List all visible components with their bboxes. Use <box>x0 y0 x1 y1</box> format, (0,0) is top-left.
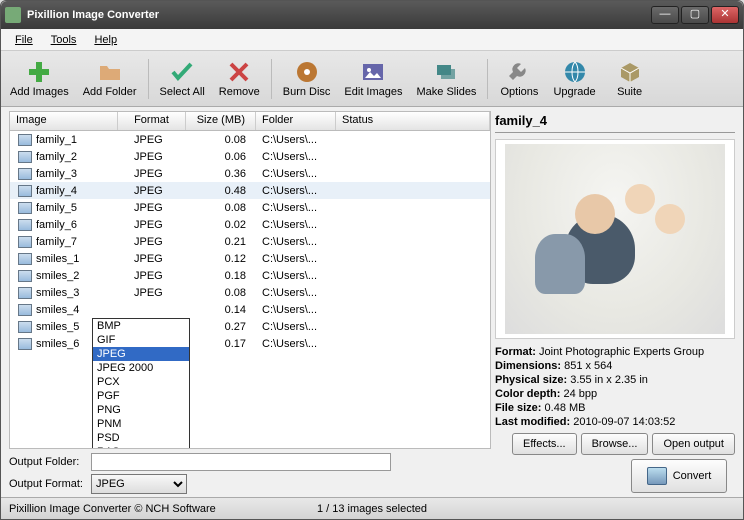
format-option[interactable]: PNG <box>93 403 189 417</box>
convert-icon <box>647 467 667 485</box>
status-mid: 1 / 13 images selected <box>251 503 493 515</box>
col-format[interactable]: Format <box>118 112 186 130</box>
format-option[interactable]: PGF <box>93 389 189 403</box>
suite-button[interactable]: Suite <box>603 55 657 103</box>
file-icon <box>18 304 32 316</box>
file-icon <box>18 168 32 180</box>
table-row[interactable]: family_7JPEG0.21C:\Users\... <box>10 233 490 250</box>
wrench-icon <box>507 60 531 84</box>
output-format-select[interactable]: JPEG <box>91 474 187 494</box>
menu-help[interactable]: Help <box>86 32 125 48</box>
format-option[interactable]: JPEG 2000 <box>93 361 189 375</box>
status-left: Pixillion Image Converter © NCH Software <box>9 503 251 515</box>
menu-tools[interactable]: Tools <box>43 32 85 48</box>
table-row[interactable]: smiles_1JPEG0.12C:\Users\... <box>10 250 490 267</box>
disc-icon <box>295 60 319 84</box>
preview-image <box>495 139 735 339</box>
open-output-button[interactable]: Open output <box>652 433 735 455</box>
file-icon <box>18 202 32 214</box>
file-icon <box>18 185 32 197</box>
plus-icon <box>27 60 51 84</box>
file-icon <box>18 253 32 265</box>
app-window: Pixillion Image Converter — ▢ ✕ File Too… <box>0 0 744 520</box>
table-row[interactable]: family_5JPEG0.08C:\Users\... <box>10 199 490 216</box>
preview-filename: family_4 <box>495 111 735 133</box>
format-dropdown-popup[interactable]: BMPGIFJPEGJPEG 2000PCXPGFPNGPNMPSDRASTGA… <box>92 318 190 449</box>
preview-metadata: Format: Joint Photographic Experts Group… <box>495 345 735 429</box>
titlebar: Pixillion Image Converter — ▢ ✕ <box>1 1 743 29</box>
slides-icon <box>434 60 458 84</box>
menubar: File Tools Help <box>1 29 743 51</box>
table-row[interactable]: smiles_50.27C:\Users\... <box>10 318 490 335</box>
remove-button[interactable]: Remove <box>212 55 267 103</box>
table-row[interactable]: family_1JPEG0.08C:\Users\... <box>10 131 490 148</box>
output-format-label: Output Format: <box>9 478 87 490</box>
file-icon <box>18 134 32 146</box>
table-row[interactable]: family_4JPEG0.48C:\Users\... <box>10 182 490 199</box>
browse-button[interactable]: Browse... <box>581 433 649 455</box>
file-list[interactable]: family_1JPEG0.08C:\Users\...family_2JPEG… <box>9 131 491 449</box>
upgrade-button[interactable]: Upgrade <box>546 55 602 103</box>
edit-images-button[interactable]: Edit Images <box>337 55 409 103</box>
file-icon <box>18 338 32 350</box>
folder-icon <box>98 60 122 84</box>
format-option[interactable]: BMP <box>93 319 189 333</box>
table-row[interactable]: smiles_2JPEG0.18C:\Users\... <box>10 267 490 284</box>
statusbar: Pixillion Image Converter © NCH Software… <box>1 497 743 519</box>
menu-file[interactable]: File <box>7 32 41 48</box>
effects-button[interactable]: Effects... <box>512 433 577 455</box>
list-header: Image Format Size (MB) Folder Status <box>9 111 491 131</box>
maximize-button[interactable]: ▢ <box>681 6 709 24</box>
table-row[interactable]: smiles_3JPEG0.08C:\Users\... <box>10 284 490 301</box>
col-image[interactable]: Image <box>10 112 118 130</box>
file-icon <box>18 236 32 248</box>
file-icon <box>18 219 32 231</box>
table-row[interactable]: smiles_60.17C:\Users\... <box>10 335 490 352</box>
globe-icon <box>563 60 587 84</box>
picture-icon <box>361 60 385 84</box>
check-icon <box>170 60 194 84</box>
file-icon <box>18 287 32 299</box>
file-icon <box>18 270 32 282</box>
col-size[interactable]: Size (MB) <box>186 112 256 130</box>
format-option[interactable]: PSD <box>93 431 189 445</box>
burn-disc-button[interactable]: Burn Disc <box>276 55 338 103</box>
make-slides-button[interactable]: Make Slides <box>410 55 484 103</box>
window-title: Pixillion Image Converter <box>27 9 651 21</box>
add-images-button[interactable]: Add Images <box>3 55 76 103</box>
table-row[interactable]: family_6JPEG0.02C:\Users\... <box>10 216 490 233</box>
x-icon <box>227 60 251 84</box>
output-folder-label: Output Folder: <box>9 456 87 468</box>
col-folder[interactable]: Folder <box>256 112 336 130</box>
options-button[interactable]: Options <box>492 55 546 103</box>
app-icon <box>5 7 21 23</box>
add-folder-button[interactable]: Add Folder <box>76 55 144 103</box>
file-icon <box>18 151 32 163</box>
table-row[interactable]: family_3JPEG0.36C:\Users\... <box>10 165 490 182</box>
table-row[interactable]: family_2JPEG0.06C:\Users\... <box>10 148 490 165</box>
format-option[interactable]: JPEG <box>93 347 189 361</box>
format-option[interactable]: RAS <box>93 445 189 449</box>
box-icon <box>618 60 642 84</box>
format-option[interactable]: PCX <box>93 375 189 389</box>
toolbar: Add ImagesAdd FolderSelect AllRemoveBurn… <box>1 51 743 107</box>
table-row[interactable]: smiles_40.14C:\Users\... <box>10 301 490 318</box>
output-folder-input[interactable] <box>91 453 391 471</box>
convert-button[interactable]: Convert <box>631 459 727 493</box>
file-icon <box>18 321 32 333</box>
minimize-button[interactable]: — <box>651 6 679 24</box>
close-button[interactable]: ✕ <box>711 6 739 24</box>
select-all-button[interactable]: Select All <box>153 55 212 103</box>
format-option[interactable]: PNM <box>93 417 189 431</box>
col-status[interactable]: Status <box>336 112 490 130</box>
format-option[interactable]: GIF <box>93 333 189 347</box>
